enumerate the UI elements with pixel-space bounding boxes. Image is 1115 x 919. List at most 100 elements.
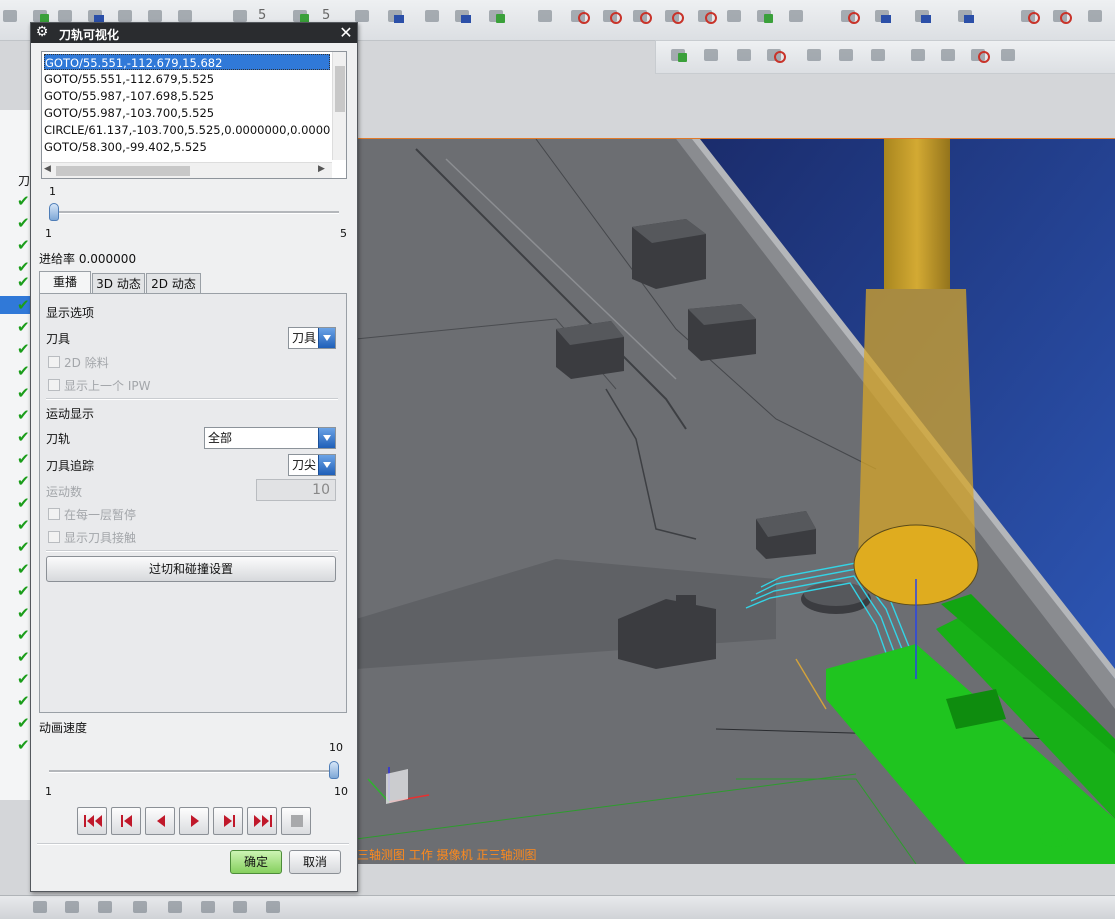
rewind-to-start-button[interactable]: [77, 807, 107, 835]
removal-2d-checkbox[interactable]: [48, 356, 60, 368]
check-icon: ✔: [17, 318, 30, 336]
toolpath-code-list[interactable]: GOTO/55.551,-112.679,15.682 GOTO/55.551,…: [41, 51, 347, 179]
stop-icon: [291, 815, 303, 827]
pause-each-layer-checkbox[interactable]: [48, 508, 60, 520]
show-tool-contact-checkbox[interactable]: [48, 531, 60, 543]
ok-button[interactable]: 确定: [230, 850, 282, 874]
check-icon: ✔: [17, 538, 30, 556]
step-back-button[interactable]: [111, 807, 141, 835]
list-item[interactable]: GOTO/55.987,-107.698,5.525: [44, 88, 330, 104]
check-icon: ✔: [17, 384, 30, 402]
toolbar-icon[interactable]: [872, 6, 894, 28]
speed-slider-track[interactable]: [49, 770, 339, 773]
check-icon: ✔: [17, 648, 30, 666]
check-icon: ✔: [17, 494, 30, 512]
toolbar-icon[interactable]: [786, 6, 808, 28]
tab-3d-dynamic[interactable]: 3D 动态: [92, 273, 145, 293]
tab-replay[interactable]: 重播: [39, 271, 91, 293]
toolbar-icon[interactable]: [955, 6, 977, 28]
toolbar-icon[interactable]: [724, 6, 746, 28]
step-forward-button[interactable]: [213, 807, 243, 835]
tool-display-select[interactable]: 刀具: [288, 327, 336, 349]
toolbar-icon[interactable]: [486, 6, 508, 28]
list-item[interactable]: GOTO/55.987,-103.700,5.525: [44, 105, 330, 121]
list-item[interactable]: GOTO/55.551,-112.679,5.525: [44, 71, 330, 87]
step-slider-track[interactable]: [49, 211, 339, 214]
toolbar-icon[interactable]: [95, 897, 117, 919]
check-icon: ✔: [17, 604, 30, 622]
tab-2d-dynamic[interactable]: 2D 动态: [146, 273, 201, 293]
check-icon: ✔: [17, 472, 30, 490]
step-slider-handle[interactable]: [49, 203, 59, 221]
toolbar-icon[interactable]: [838, 6, 860, 28]
toolbar-icon[interactable]: [1085, 6, 1107, 28]
chevron-down-icon[interactable]: [318, 455, 335, 475]
play-reverse-button[interactable]: [145, 807, 175, 835]
gouge-collision-settings-button[interactable]: 过切和碰撞设置: [46, 556, 336, 582]
toolbar-icon[interactable]: [568, 6, 590, 28]
toolpath-select[interactable]: 全部: [204, 427, 336, 449]
chevron-down-icon[interactable]: [318, 328, 335, 348]
speed-slider-handle[interactable]: [329, 761, 339, 779]
show-prev-ipw-checkbox[interactable]: [48, 379, 60, 391]
close-icon[interactable]: ✕: [338, 24, 354, 41]
toolbar-icon[interactable]: [230, 897, 252, 919]
gear-icon[interactable]: ⚙: [34, 24, 50, 40]
toolbar-icon[interactable]: [701, 45, 723, 67]
divider: [46, 550, 338, 552]
toolbar-icon[interactable]: [385, 6, 407, 28]
step-forward-icon: [224, 815, 235, 827]
horizontal-scrollbar[interactable]: ◀ ▶: [42, 162, 332, 178]
toolbar-icon[interactable]: [452, 6, 474, 28]
toolbar-icon[interactable]: [836, 45, 858, 67]
scroll-left-icon[interactable]: ◀: [44, 164, 51, 174]
speed-slider-min: 1: [45, 785, 52, 798]
motion-count-field[interactable]: 10: [256, 479, 336, 501]
toolbar-icon[interactable]: [998, 45, 1020, 67]
toolbar-icon[interactable]: [1050, 6, 1072, 28]
navigator-column-header: 刀: [18, 174, 31, 188]
toolbar-icon[interactable]: [165, 897, 187, 919]
toolbar-icon[interactable]: [668, 45, 690, 67]
check-icon: ✔: [17, 626, 30, 644]
pause-each-layer-label: 在每一层暂停: [64, 508, 137, 522]
graphics-viewport[interactable]: [356, 138, 1115, 864]
toolbar-icon[interactable]: [734, 45, 756, 67]
toolbar-icon[interactable]: [535, 6, 557, 28]
stop-button[interactable]: [281, 807, 311, 835]
toolbar-icon[interactable]: [764, 45, 786, 67]
toolbar-icon[interactable]: [912, 6, 934, 28]
toolbar-icon[interactable]: [1018, 6, 1040, 28]
play-button[interactable]: [179, 807, 209, 835]
toolbar-icon[interactable]: [0, 6, 22, 28]
toolbar-icon[interactable]: [30, 897, 52, 919]
toolbar-icon[interactable]: [62, 897, 84, 919]
toolbar-icon[interactable]: [422, 6, 444, 28]
scroll-right-icon[interactable]: ▶: [318, 164, 325, 174]
fast-forward-to-end-button[interactable]: [247, 807, 277, 835]
dialog-title-bar: ⚙ 刀轨可视化 ✕: [31, 23, 357, 43]
check-icon: ✔: [17, 516, 30, 534]
list-item[interactable]: CIRCLE/61.137,-103.700,5.525,0.0000000,0…: [44, 122, 330, 138]
toolbar-icon[interactable]: [804, 45, 826, 67]
toolbar-icon[interactable]: [600, 6, 622, 28]
toolbar-icon[interactable]: [968, 45, 990, 67]
toolbar-icon[interactable]: [695, 6, 717, 28]
list-item[interactable]: GOTO/58.300,-99.402,5.525: [44, 139, 330, 155]
list-item[interactable]: GOTO/55.551,-112.679,15.682: [44, 54, 330, 70]
chevron-down-icon[interactable]: [318, 428, 335, 448]
toolbar-icon[interactable]: [908, 45, 930, 67]
toolbar-icon[interactable]: [198, 897, 220, 919]
toolbar-icon[interactable]: [130, 897, 152, 919]
toolbar-icon[interactable]: [263, 897, 285, 919]
toolbar-icon[interactable]: [630, 6, 652, 28]
speed-slider-max: 10: [334, 785, 348, 798]
toolbar-icon[interactable]: [938, 45, 960, 67]
vertical-scrollbar[interactable]: [332, 52, 346, 160]
toolbar-icon[interactable]: [868, 45, 890, 67]
tool-trace-select[interactable]: 刀尖: [288, 454, 336, 476]
check-icon: ✔: [17, 362, 30, 380]
toolbar-icon[interactable]: [662, 6, 684, 28]
cancel-button[interactable]: 取消: [289, 850, 341, 874]
toolbar-icon[interactable]: [754, 6, 776, 28]
